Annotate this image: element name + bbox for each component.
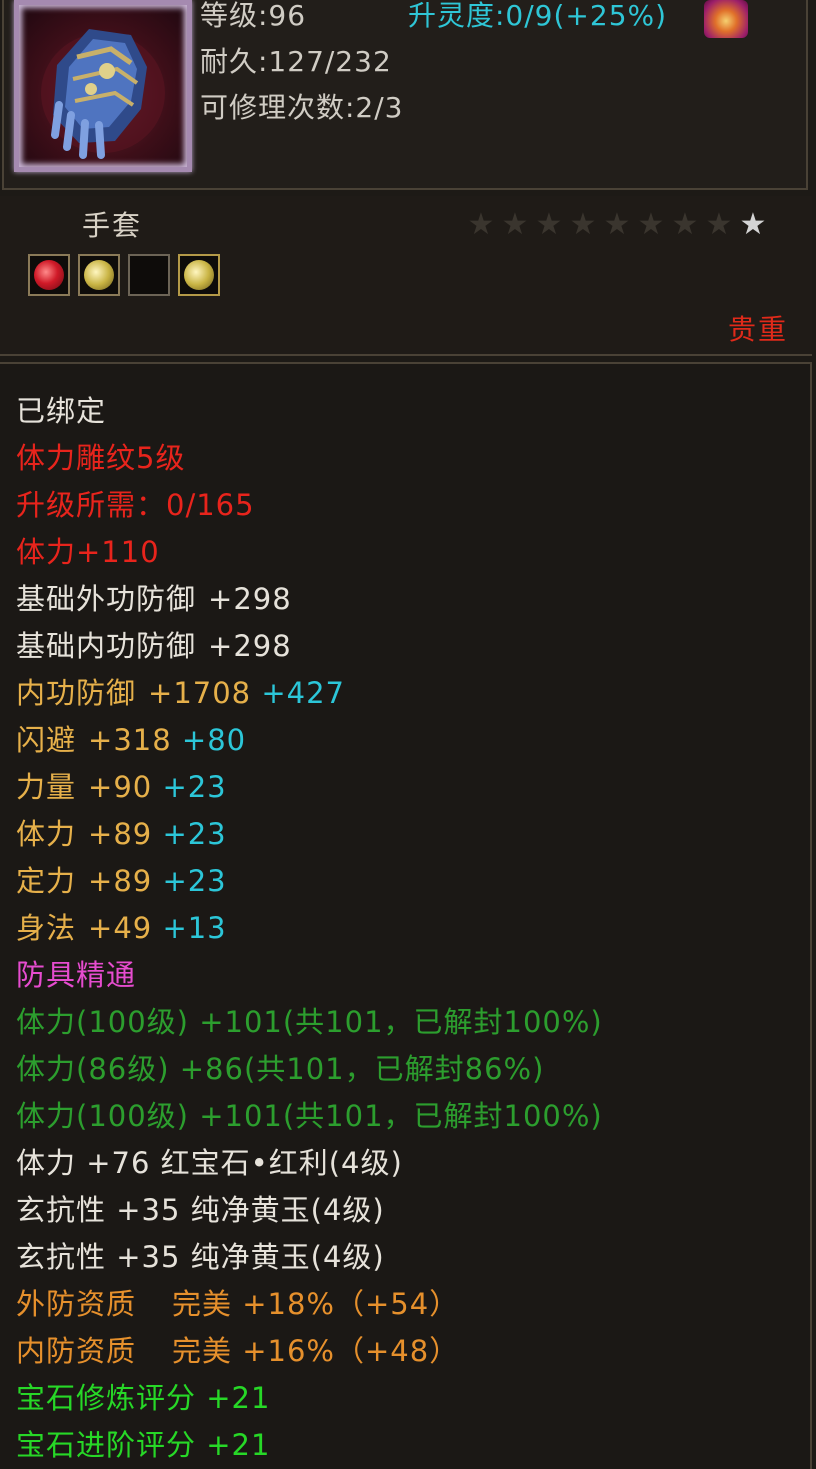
stat-label: 力量 [16,770,77,804]
stat-label: 内功防御 [16,676,137,710]
spirit-label: 升灵度:0/9 [408,0,554,32]
stat-label: 基础外功防御 [16,582,197,616]
stat-bonus: +80 [181,723,247,757]
stat-label: 身法 [16,911,77,945]
yellow-gem-icon [184,260,214,290]
upgrade-requirement: 升级所需：0/165 [16,488,255,522]
stat-row: 力量 +90 +23 [16,764,603,811]
stat-value: +298 [208,582,292,616]
stat-bonus: +23 [162,770,227,804]
stat-row: 体力 +89 +23 [16,811,603,858]
attribute-list: 已绑定 体力雕纹5级 升级所需：0/165 体力+110 基础外功防御 +298 … [16,388,603,1469]
durability-text: 耐久:127/232 [200,45,392,78]
stat-value: +298 [208,629,292,663]
quality-value: 完美 +18%（+54） [172,1287,460,1321]
gem-stat-row: 玄抗性 +35 纯净黄玉(4级) [16,1193,385,1227]
quality-label: 内防资质 [16,1334,137,1368]
star-icon: ★ [501,207,529,242]
stat-bonus: +23 [162,817,227,851]
mastery-title: 防具精通 [16,958,137,992]
quality-row: 外防资质 完美 +18%（+54） [16,1281,603,1328]
star-icon: ★ [569,207,597,242]
engrave-level: 体力雕纹5级 [16,441,186,475]
gem-refine-score: 宝石修炼评分 +21 [16,1381,271,1415]
level-text: 等级:96 [200,0,307,32]
gem-advance-score: 宝石进阶评分 +21 [16,1428,271,1462]
quality-value: 完美 +16%（+48） [172,1334,460,1368]
spirit-level: 升灵度:0/9(+25%) [408,0,667,34]
red-gem-icon [34,260,64,290]
star-icon: ★ [535,207,563,242]
stat-bonus: +427 [261,676,345,710]
rarity-label: 贵重 [727,313,788,346]
stat-row: 定力 +89 +23 [16,858,603,905]
gem-slot-3[interactable] [128,254,170,296]
engrave-stat: 体力+110 [16,535,160,569]
stat-value: +90 [88,770,153,804]
star-icon: ★ [637,207,665,242]
stat-label: 定力 [16,864,77,898]
star-icon: ★ [705,207,733,242]
star-icon: ★ [671,207,699,242]
star-icon: ★ [603,207,631,242]
stat-row: 闪避 +318 +80 [16,717,603,764]
star-rating: ★ ★ ★ ★ ★ ★ ★ ★ ★ [466,210,768,242]
gauntlet-icon [14,0,192,172]
stat-row: 内功防御 +1708 +427 [16,670,603,717]
spirit-bonus: (+25%) [553,0,668,32]
item-tooltip: 等级:96 升灵度:0/9(+25%) 耐久:127/232 可修理次数:2/3… [0,0,816,1469]
mastery-row: 体力(100级) +101(共101，已解封100%) [16,1099,603,1133]
stat-value: +89 [88,864,153,898]
gem-stat-row: 体力 +76 红宝石•红利(4级) [16,1146,403,1180]
item-header: 等级:96 升灵度:0/9(+25%) 耐久:127/232 可修理次数:2/3 [2,0,808,190]
stat-label: 基础内功防御 [16,629,197,663]
quality-row: 内防资质 完美 +16%（+48） [16,1328,603,1375]
stat-label: 体力 [16,817,77,851]
gem-slot-1[interactable] [28,254,70,296]
yellow-gem-icon [84,260,114,290]
repair-count-text: 可修理次数:2/3 [200,91,404,124]
star-icon: ★ [467,207,495,242]
stat-value: +89 [88,817,153,851]
gem-stat-row: 玄抗性 +35 纯净黄玉(4级) [16,1240,385,1274]
stat-value: +318 [88,723,172,757]
gem-slots [28,254,220,296]
stat-row: 基础内功防御 +298 [16,623,603,670]
bound-status: 已绑定 [16,394,107,428]
flame-spirit-icon[interactable] [704,0,748,38]
item-type-name: 手套 [82,209,143,242]
mastery-row: 体力(86级) +86(共101，已解封86%) [16,1052,545,1086]
stat-value: +49 [88,911,153,945]
stat-label: 闪避 [16,723,77,757]
stat-value: +1708 [148,676,252,710]
quality-label: 外防资质 [16,1287,137,1321]
star-icon: ★ [739,207,767,242]
stat-row: 身法 +49 +13 [16,905,603,952]
item-type-section: 手套 ★ ★ ★ ★ ★ ★ ★ ★ ★ 贵重 [0,196,812,356]
stat-row: 基础外功防御 +298 [16,576,603,623]
stat-bonus: +23 [162,864,227,898]
mastery-row: 体力(100级) +101(共101，已解封100%) [16,1005,603,1039]
attribute-section: 已绑定 体力雕纹5级 升级所需：0/165 体力+110 基础外功防御 +298 … [0,362,812,1469]
stat-bonus: +13 [162,911,227,945]
gem-slot-2[interactable] [78,254,120,296]
gem-slot-4[interactable] [178,254,220,296]
